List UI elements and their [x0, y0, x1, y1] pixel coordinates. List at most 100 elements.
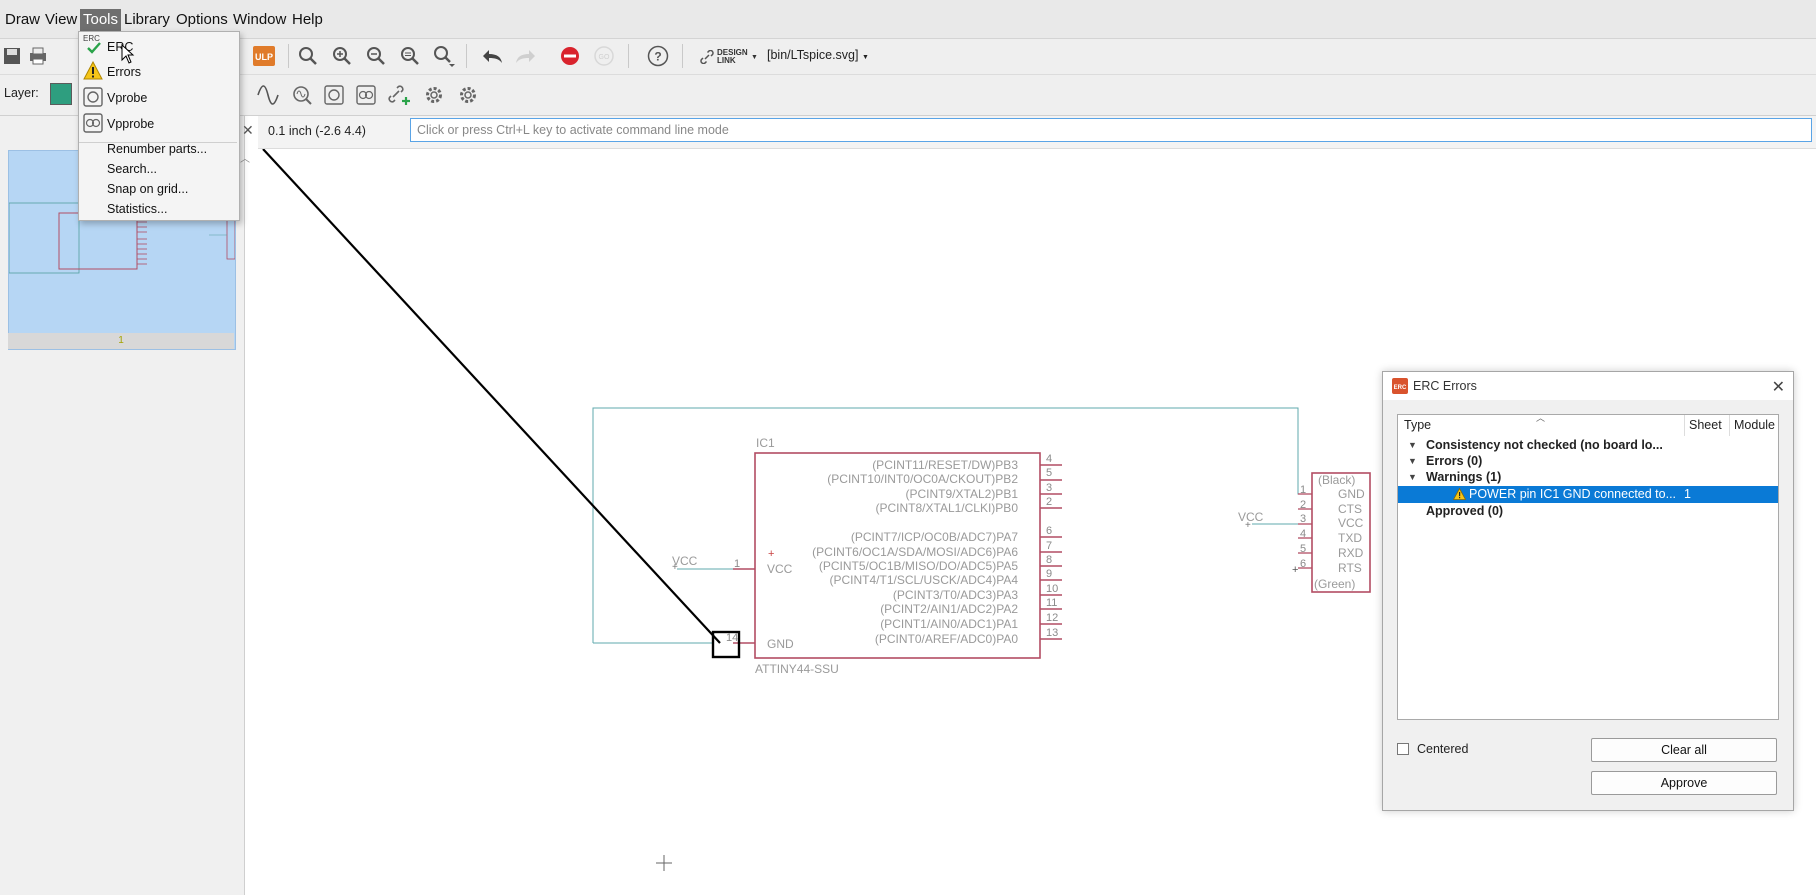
connector-pin-number: 5 [1300, 543, 1307, 555]
help-icon[interactable]: ? [646, 44, 670, 68]
command-line-input[interactable] [410, 118, 1812, 142]
ic-pin-number: 9 [1046, 568, 1053, 580]
undo-icon[interactable] [480, 44, 504, 68]
ic-name-label: IC1 [756, 436, 775, 450]
tree-row-approved[interactable]: Approved (0) [1398, 503, 1778, 519]
centered-checkbox[interactable] [1397, 743, 1409, 755]
menu-options[interactable]: Options [173, 9, 231, 31]
menu-item-vpprobe[interactable]: Vpprobe [107, 114, 154, 134]
ic-pin-label: (PCINT5/OC1B/MISO/DO/ADC5)PA5 [818, 559, 1018, 573]
connector-pin-name: VCC [1338, 516, 1364, 530]
warning-message: POWER pin IC1 GND connected to... [1469, 487, 1677, 501]
toolbar-divider [288, 44, 289, 68]
ic-pin-number: 6 [1046, 525, 1053, 537]
ic-pin-number: 12 [1046, 612, 1059, 624]
menu-item-errors[interactable]: Errors [107, 62, 141, 82]
connector-bottom-label: (Green) [1314, 577, 1356, 591]
ic-pin-label: (PCINT4/T1/SCL/USCK/ADC4)PA4 [829, 573, 1019, 587]
svg-text:GO: GO [599, 54, 610, 61]
close-icon[interactable]: ✕ [1772, 377, 1785, 397]
main-toolbar: ULP GO ? DESIGN LINK ▼ [bin/LTspice.svg]… [0, 39, 1816, 75]
menu-item-statistics[interactable]: Statistics... [107, 199, 167, 219]
menu-item-snap-on-grid[interactable]: Snap on grid... [107, 179, 188, 199]
menu-draw[interactable]: Draw [2, 9, 43, 31]
close-panel-icon[interactable]: ✕ [242, 122, 254, 139]
menu-view[interactable]: View [42, 9, 80, 31]
vpprobe-icon[interactable] [354, 83, 378, 107]
approve-button[interactable]: Approve [1591, 771, 1777, 795]
zoom-redraw-icon[interactable] [398, 44, 422, 68]
go-icon: GO [592, 44, 616, 68]
clear-all-button[interactable]: Clear all [1591, 738, 1777, 762]
ic-pin-number: 7 [1046, 540, 1053, 552]
tree-row-warning-item[interactable]: POWER pin IC1 GND connected to... 1 [1398, 486, 1778, 503]
tools-dropdown-menu: ERC ERC Errors Vprobe Vpprobe Renumber p… [78, 31, 240, 221]
ic-pin-label: (PCINT10/INT0/OC0A/CKOUT)PB2 [827, 472, 1018, 486]
menu-help[interactable]: Help [289, 9, 326, 31]
ic-pin-label: (PCINT7/ICP/OC0B/ADC7)PA7 [850, 530, 1018, 544]
ulp-button[interactable]: ULP [252, 44, 276, 68]
centered-label: Centered [1417, 742, 1469, 756]
ic-pin-label: (PCINT6/OC1A/SDA/MOSI/ADC6)PA6 [812, 545, 1018, 559]
connector-pin-number: 2 [1300, 499, 1307, 511]
menu-tools[interactable]: Tools [80, 9, 122, 31]
layer-label: Layer: [4, 86, 39, 100]
add-link-icon[interactable] [388, 83, 412, 107]
svg-text:?: ? [654, 50, 661, 64]
dialog-title: ERC Errors [1413, 379, 1477, 393]
zoom-select-icon[interactable] [432, 44, 456, 68]
menu-item-search[interactable]: Search... [107, 159, 157, 179]
ic-pin-label: (PCINT3/T0/ADC3)PA3 [892, 588, 1018, 602]
connector-vcc-net-label: VCC [1238, 510, 1264, 524]
parameter-toolbar: Layer: [0, 75, 1816, 116]
link-icon [700, 50, 714, 64]
gear-icon[interactable] [422, 83, 446, 107]
zoom-out-icon[interactable] [364, 44, 388, 68]
zoom-in-icon[interactable] [330, 44, 354, 68]
ic-pin-number: 2 [1046, 496, 1053, 508]
ic-pin-label: (PCINT11/RESET/DW)PB3 [872, 458, 1018, 472]
connector-pin-number: 4 [1300, 528, 1307, 540]
dialog-titlebar[interactable]: ERC ERC Errors ✕ [1383, 372, 1793, 400]
sine-wave-icon[interactable] [256, 83, 280, 107]
probe-search-icon[interactable] [290, 83, 314, 107]
coordinate-readout: 0.1 inch (-2.6 4.4) [268, 124, 366, 138]
gear-icon[interactable] [456, 83, 480, 107]
erc-tree-view[interactable]: Type ︿ Sheet Module ▼ Consistency not ch… [1397, 413, 1780, 720]
connector-pin-name: TXD [1338, 531, 1362, 545]
menu-library[interactable]: Library [121, 9, 173, 31]
print-icon[interactable] [26, 44, 50, 68]
tree-row-consistency[interactable]: ▼ Consistency not checked (no board lo..… [1398, 437, 1778, 453]
svg-text:ULP: ULP [255, 52, 273, 62]
design-link-label: DESIGN LINK [717, 48, 748, 65]
connector-pin-name: RTS [1338, 561, 1362, 575]
chevron-down-icon: ▼ [751, 53, 758, 61]
menu-item-vprobe[interactable]: Vprobe [107, 88, 147, 108]
centered-checkbox-group[interactable]: Centered [1397, 742, 1468, 756]
current-file-dropdown[interactable]: [bin/LTspice.svg] ▼ [767, 48, 869, 62]
tree-row-errors[interactable]: ▼ Errors (0) [1398, 453, 1778, 469]
chevron-down-icon: ▼ [861, 54, 869, 61]
design-link-button[interactable]: DESIGN LINK ▼ [700, 46, 758, 68]
layer-color-swatch[interactable] [50, 83, 72, 105]
zoom-fit-icon[interactable] [296, 44, 320, 68]
warning-icon [83, 60, 103, 81]
redo-icon [514, 44, 538, 68]
expand-arrow-icon[interactable]: ▼ [1408, 437, 1417, 453]
ic-pin-number: 10 [1046, 583, 1059, 595]
toolbar-divider [466, 44, 467, 68]
expand-arrow-icon[interactable]: ▼ [1408, 453, 1417, 469]
ic-pin-number: 4 [1046, 453, 1053, 465]
stop-icon[interactable] [558, 44, 582, 68]
svg-text:ERC: ERC [1394, 385, 1407, 391]
pin-name: GND [767, 637, 794, 651]
save-icon[interactable] [0, 44, 24, 68]
menu-item-renumber-parts[interactable]: Renumber parts... [107, 139, 207, 159]
tree-row-warnings[interactable]: ▼ Warnings (1) [1398, 469, 1778, 485]
menu-window[interactable]: Window [230, 9, 289, 31]
vprobe-icon[interactable] [322, 83, 346, 107]
chevron-up-icon[interactable]: ︿ [240, 150, 250, 165]
expand-arrow-icon[interactable]: ▼ [1408, 469, 1417, 485]
column-header-sheet[interactable]: Sheet [1685, 415, 1730, 436]
column-header-module[interactable]: Module [1730, 415, 1780, 436]
